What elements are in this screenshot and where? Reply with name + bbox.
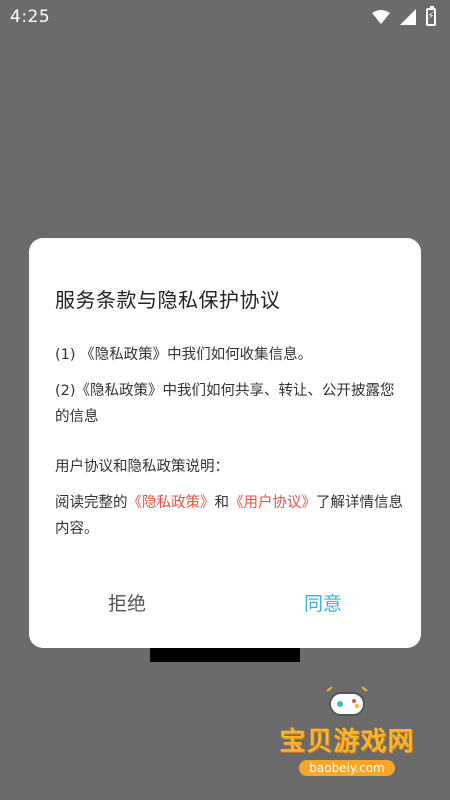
watermark-name: 宝贝游戏网 <box>279 727 415 757</box>
dialog-title: 服务条款与隐私保护协议 <box>55 288 281 312</box>
policy-item-2: (2)《隐私政策》中我们如何共享、转让、公开披露您的信息 <box>55 383 395 425</box>
conjunction-text: 和 <box>214 495 230 511</box>
privacy-dialog: 服务条款与隐私保护协议 (1) 《隐私政策》中我们如何收集信息。 (2)《隐私政… <box>29 238 421 648</box>
dialog-body: (1) 《隐私政策》中我们如何收集信息。 (2)《隐私政策》中我们如何共享、转让… <box>55 342 405 552</box>
watermark: 宝贝游戏网 baobeiy.com <box>272 685 422 780</box>
full-text-prefix: 阅读完整的 <box>55 495 128 511</box>
signal-icon <box>400 9 416 25</box>
battery-charging-icon: ⚡ <box>426 6 436 26</box>
privacy-policy-link[interactable]: 《隐私政策》 <box>128 495 215 511</box>
status-bar: 4:25 ⚡ <box>0 0 450 34</box>
section-label: 用户协议和隐私政策说明： <box>55 459 229 475</box>
full-text-note: 阅读完整的《隐私政策》和《用户协议》了解详情信息内容。 <box>55 490 405 542</box>
screen: 4:25 ⚡ 服务条款与隐私保护协议 (1) 《隐私政策》中我们如何收集信息。 … <box>0 0 450 800</box>
status-icons: ⚡ <box>372 6 436 26</box>
status-time: 4:25 <box>10 7 51 27</box>
watermark-url: baobeiy.com <box>299 760 395 776</box>
user-agreement-link[interactable]: 《用户协议》 <box>229 495 316 511</box>
policy-item-1: (1) 《隐私政策》中我们如何收集信息。 <box>55 347 313 363</box>
dialog-actions: 拒绝 同意 <box>29 583 421 622</box>
wifi-icon <box>372 10 390 24</box>
gamepad-icon <box>326 686 368 716</box>
reject-button[interactable]: 拒绝 <box>88 583 166 622</box>
agree-button[interactable]: 同意 <box>284 583 362 622</box>
